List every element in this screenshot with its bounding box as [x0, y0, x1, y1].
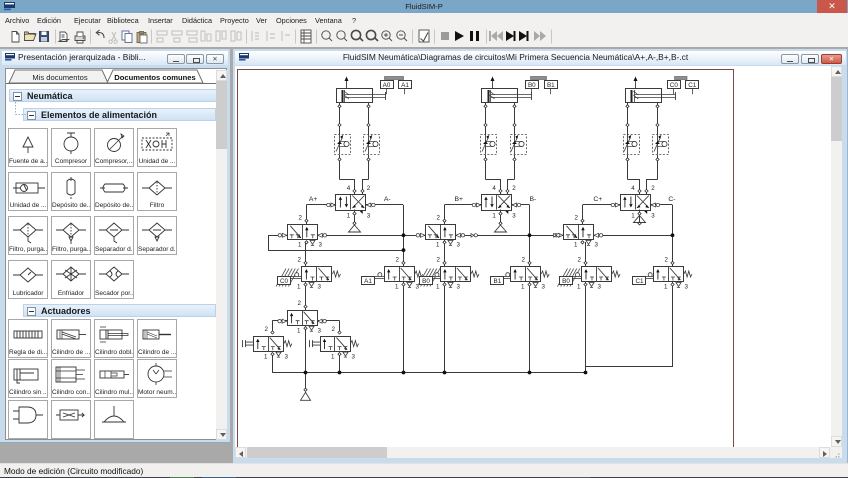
svg-text:1: 1 [492, 213, 496, 220]
svg-text:3: 3 [367, 213, 371, 220]
svg-text:1: 1 [347, 213, 351, 220]
svg-text:2: 2 [522, 257, 526, 264]
svg-text:3: 3 [685, 284, 689, 291]
svg-text:B-: B- [530, 196, 537, 203]
svg-text:A1: A1 [364, 278, 372, 285]
svg-text:3: 3 [285, 353, 289, 360]
svg-text:2: 2 [396, 257, 400, 264]
svg-text:1: 1 [521, 284, 525, 291]
svg-text:3: 3 [352, 353, 356, 360]
svg-text:B1: B1 [547, 82, 555, 89]
svg-text:2: 2 [298, 257, 302, 264]
svg-text:1: 1 [331, 353, 335, 360]
svg-text:B0: B0 [528, 82, 536, 89]
svg-text:C1: C1 [688, 82, 697, 89]
svg-text:3: 3 [319, 242, 323, 249]
svg-text:1: 1 [297, 327, 301, 334]
svg-text:1: 1 [631, 213, 635, 220]
svg-text:Mis documentos: Mis documentos [32, 73, 87, 82]
svg-text:2: 2 [299, 214, 303, 221]
svg-text:2: 2 [578, 257, 582, 264]
svg-text:C-: C- [668, 196, 675, 203]
svg-text:A+: A+ [309, 196, 318, 203]
svg-text:1: 1 [297, 284, 301, 291]
svg-text:2: 2 [437, 214, 441, 221]
svg-text:1: 1 [395, 284, 399, 291]
svg-text:3: 3 [542, 284, 546, 291]
svg-text:B+: B+ [455, 196, 464, 203]
svg-text:C+: C+ [593, 196, 602, 203]
svg-text:2: 2 [437, 257, 441, 264]
svg-text:1: 1 [264, 353, 268, 360]
svg-text:2: 2 [265, 326, 269, 333]
svg-text:C0: C0 [670, 82, 679, 89]
svg-text:3: 3 [598, 284, 602, 291]
svg-text:2: 2 [651, 185, 655, 192]
svg-text:1: 1 [577, 284, 581, 291]
svg-text:2: 2 [298, 300, 302, 307]
svg-text:4: 4 [347, 185, 351, 192]
svg-text:1: 1 [664, 284, 668, 291]
svg-text:1: 1 [436, 242, 440, 249]
svg-text:4: 4 [631, 185, 635, 192]
svg-text:3: 3 [457, 242, 461, 249]
svg-text:B1: B1 [494, 278, 502, 285]
svg-text:2: 2 [512, 185, 516, 192]
svg-text:1: 1 [436, 284, 440, 291]
svg-text:1: 1 [574, 242, 578, 249]
svg-text:B0: B0 [422, 278, 430, 285]
svg-text:1: 1 [298, 242, 302, 249]
svg-text:Documentos comunes: Documentos comunes [114, 73, 195, 82]
svg-text:2: 2 [332, 326, 336, 333]
svg-text:2: 2 [665, 257, 669, 264]
svg-text:3: 3 [318, 284, 322, 291]
svg-text:C1: C1 [635, 278, 644, 285]
svg-text:A0: A0 [383, 82, 391, 89]
svg-text:3: 3 [651, 213, 655, 220]
svg-text:A1: A1 [401, 82, 409, 89]
svg-text:3: 3 [457, 284, 461, 291]
svg-text:3: 3 [318, 327, 322, 334]
svg-text:A-: A- [384, 196, 391, 203]
svg-text:2: 2 [575, 214, 579, 221]
svg-text:C0: C0 [280, 278, 289, 285]
svg-text:3: 3 [512, 213, 516, 220]
svg-text:3: 3 [595, 242, 599, 249]
svg-text:B0: B0 [562, 278, 570, 285]
svg-text:4: 4 [492, 185, 496, 192]
svg-text:2: 2 [367, 185, 371, 192]
